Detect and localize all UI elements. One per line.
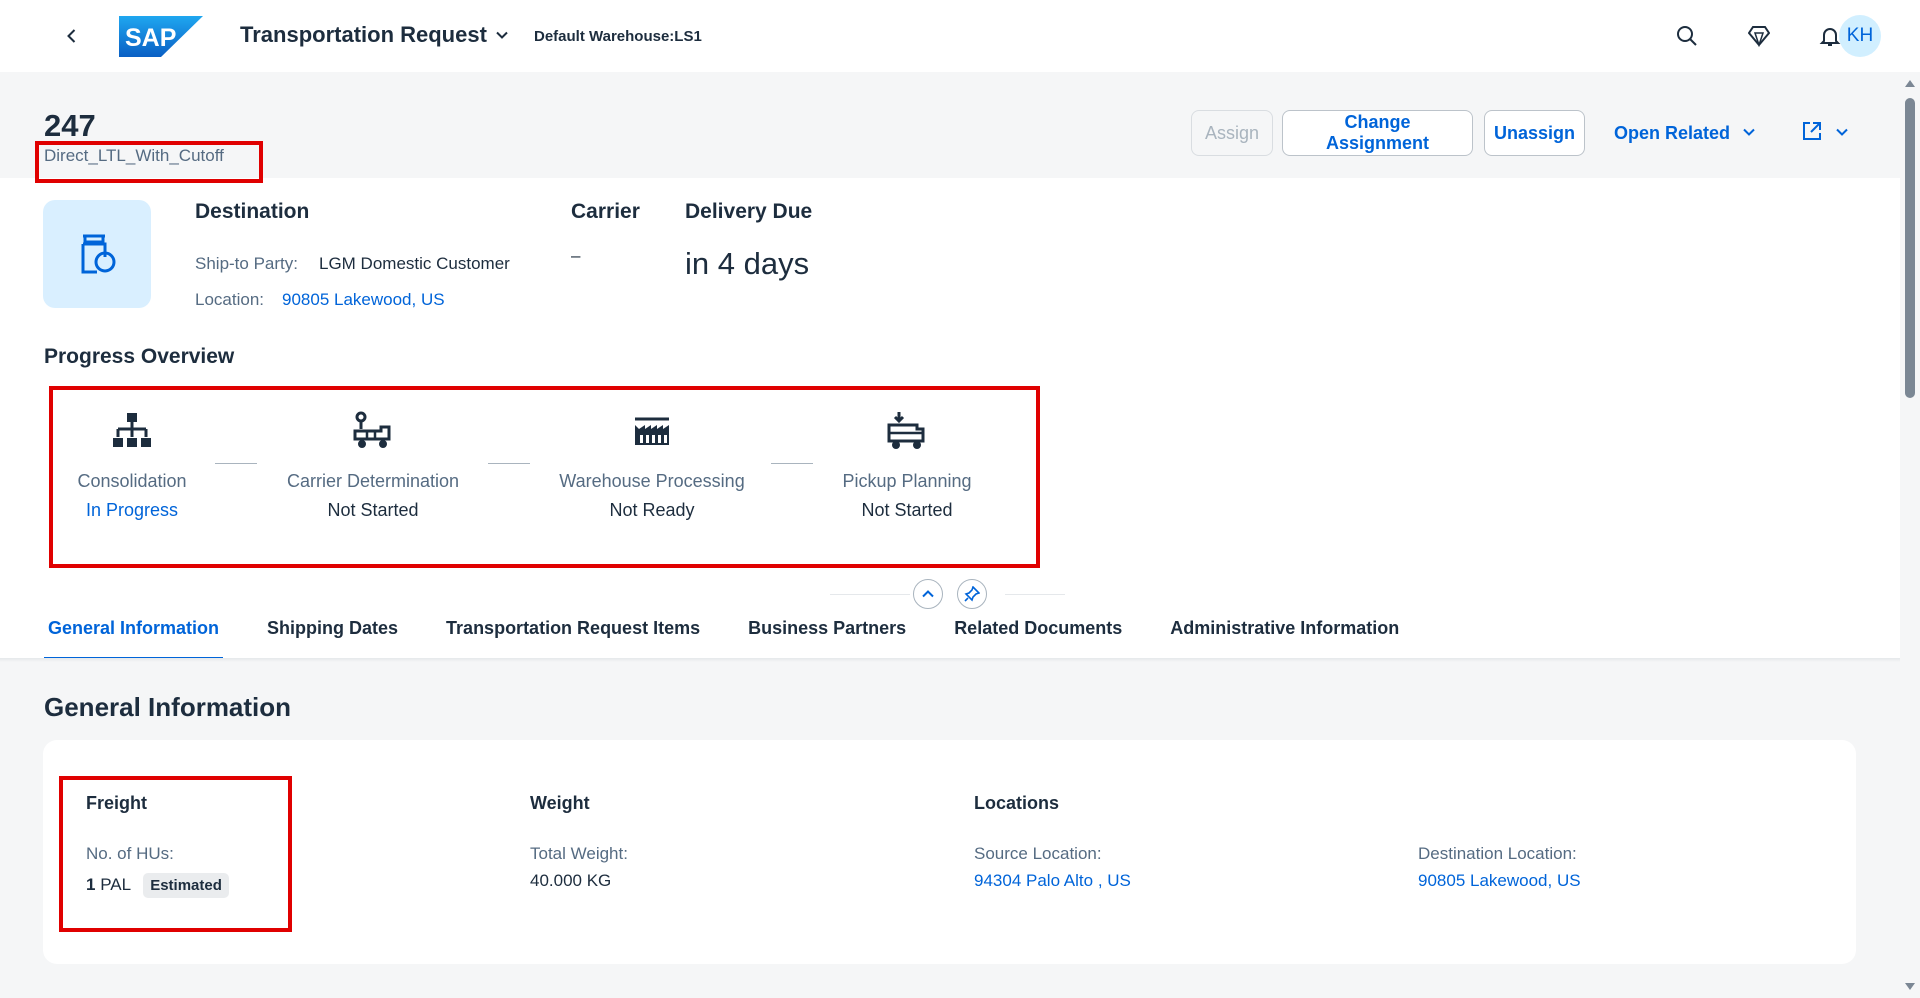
step-status: Not Ready xyxy=(609,500,695,520)
general-information-card: Freight No. of HUs: 1 PAL Estimated Weig… xyxy=(43,740,1856,964)
pin-icon[interactable] xyxy=(957,579,987,609)
progress-step-carrier-determination[interactable]: Carrier Determination Not Started xyxy=(273,409,473,521)
locations-title: Locations xyxy=(974,793,1060,813)
back-icon[interactable] xyxy=(58,22,86,50)
tab-business-partners[interactable]: Business Partners xyxy=(744,612,910,660)
delivery-due-title: Delivery Due xyxy=(685,200,813,223)
truck-icon xyxy=(273,409,473,453)
progress-step-pickup-planning[interactable]: Pickup Planning Not Started xyxy=(807,409,1007,521)
destination-title: Destination xyxy=(195,200,310,223)
ship-to-value: LGM Domestic Customer xyxy=(319,254,510,273)
location-link[interactable]: 90805 Lakewood, US xyxy=(282,290,445,310)
shell-bar: SAP Transportation Request Default Wareh… xyxy=(0,0,1900,72)
search-icon[interactable] xyxy=(1673,22,1701,50)
header-divider xyxy=(830,594,910,595)
status-badge: Estimated xyxy=(143,873,229,898)
destination-location-label: Destination Location: xyxy=(1418,844,1577,863)
assign-button[interactable]: Assign xyxy=(1191,110,1273,156)
source-location-label: Source Location: xyxy=(974,844,1102,863)
header-divider xyxy=(1005,594,1065,595)
change-assignment-button[interactable]: Change Assignment xyxy=(1282,110,1473,156)
step-connector xyxy=(488,463,530,464)
progress-overview-title: Progress Overview xyxy=(44,345,235,368)
app-title-menu[interactable]: Transportation Request xyxy=(240,22,509,48)
factory-icon xyxy=(552,409,752,453)
ship-to-label: Ship-to Party: xyxy=(195,254,298,273)
tab-bar: General Information Shipping Dates Trans… xyxy=(44,612,1443,660)
tab-administrative-information[interactable]: Administrative Information xyxy=(1166,612,1403,660)
step-name: Consolidation xyxy=(77,471,187,491)
pickup-icon xyxy=(807,409,1007,453)
collapse-icon[interactable] xyxy=(913,579,943,609)
page-subtitle: Direct_LTL_With_Cutoff xyxy=(44,146,224,165)
open-related-button[interactable]: Open Related xyxy=(1600,110,1770,156)
hus-label: No. of HUs: xyxy=(86,844,174,863)
app-title: Transportation Request xyxy=(240,22,487,47)
tab-general-information[interactable]: General Information xyxy=(44,612,224,660)
step-connector xyxy=(215,463,257,464)
progress-step-consolidation[interactable]: Consolidation In Progress xyxy=(32,409,232,521)
location-label: Location: xyxy=(195,290,264,309)
section-title: General Information xyxy=(44,692,292,722)
svg-text:SAP: SAP xyxy=(125,24,176,52)
chevron-down-icon xyxy=(1742,123,1756,144)
open-related-label: Open Related xyxy=(1613,122,1731,143)
tabs-shadow xyxy=(0,658,1900,662)
box-icon xyxy=(43,200,151,308)
hus-count: 1 xyxy=(86,874,96,894)
unassign-button[interactable]: Unassign xyxy=(1484,110,1585,156)
step-status: Not Started xyxy=(327,500,419,520)
total-weight-label: Total Weight: xyxy=(530,844,628,863)
step-status: Not Started xyxy=(861,500,953,520)
scrollbar-thumb[interactable] xyxy=(1905,98,1915,398)
avatar[interactable]: KH xyxy=(1839,15,1881,57)
hus-value: 1 PAL Estimated xyxy=(86,873,229,898)
freight-title: Freight xyxy=(86,793,147,813)
step-status: In Progress xyxy=(85,500,179,520)
total-weight-value: 40.000 KG xyxy=(530,871,612,890)
carrier-value: – xyxy=(571,246,581,265)
step-name: Pickup Planning xyxy=(842,471,972,491)
hus-unit: PAL xyxy=(100,874,131,894)
step-name: Carrier Determination xyxy=(286,471,460,491)
tab-transportation-request-items[interactable]: Transportation Request Items xyxy=(442,612,704,660)
tab-shipping-dates[interactable]: Shipping Dates xyxy=(263,612,402,660)
page-title: 247 xyxy=(44,108,96,143)
destination-location-link[interactable]: 90805 Lakewood, US xyxy=(1418,871,1581,891)
chevron-down-icon xyxy=(495,22,509,48)
chevron-down-icon xyxy=(1835,123,1849,144)
share-button[interactable] xyxy=(1785,110,1865,156)
tab-related-documents[interactable]: Related Documents xyxy=(950,612,1126,660)
progress-step-warehouse-processing[interactable]: Warehouse Processing Not Ready xyxy=(552,409,752,521)
carrier-title: Carrier xyxy=(571,200,640,223)
delivery-due-value: in 4 days xyxy=(685,246,810,281)
diamond-icon[interactable] xyxy=(1745,22,1773,50)
scroll-up-icon[interactable] xyxy=(1903,76,1917,90)
share-icon xyxy=(1801,120,1823,147)
sap-logo[interactable]: SAP xyxy=(119,16,203,57)
default-warehouse: Default Warehouse:LS1 xyxy=(534,28,702,45)
source-location-link[interactable]: 94304 Palo Alto , US xyxy=(974,871,1131,891)
hierarchy-icon xyxy=(32,409,232,453)
step-name: Warehouse Processing xyxy=(559,471,745,491)
weight-title: Weight xyxy=(530,793,590,813)
scroll-down-icon[interactable] xyxy=(1903,980,1917,994)
